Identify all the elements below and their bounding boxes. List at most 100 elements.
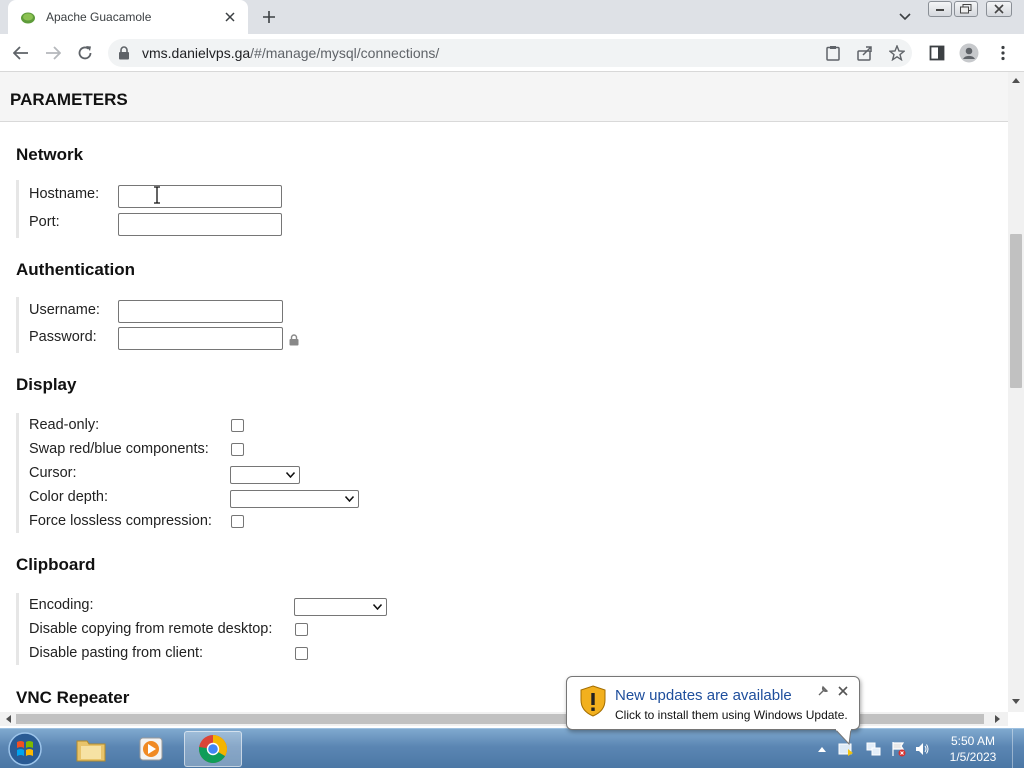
vertical-scroll-thumb[interactable] xyxy=(1010,234,1022,388)
url-path: /#/manage/mysql/connections/ xyxy=(250,45,440,61)
close-tab-icon[interactable] xyxy=(222,9,238,25)
port-input[interactable] xyxy=(118,213,282,236)
start-button[interactable] xyxy=(4,731,46,767)
page-content: PARAMETERS Network Hostname: Port: Authe… xyxy=(0,72,1008,712)
address-bar[interactable]: vms.danielvps.ga/#/manage/mysql/connecti… xyxy=(108,39,912,67)
section-header: PARAMETERS xyxy=(0,72,1008,122)
group-title-network: Network xyxy=(16,145,84,164)
scroll-left-arrow-icon[interactable] xyxy=(2,713,14,725)
media-player-taskbar-button[interactable] xyxy=(122,731,180,767)
swap-red-blue-row: Swap red/blue components: xyxy=(29,437,209,461)
swap-red-blue-label: Swap red/blue components: xyxy=(29,441,209,457)
read-only-row: Read-only: xyxy=(29,413,99,437)
encoding-row: Encoding: xyxy=(29,593,94,617)
share-icon[interactable] xyxy=(856,44,874,62)
cursor-select[interactable] xyxy=(230,466,300,484)
close-icon[interactable] xyxy=(837,685,849,697)
force-lossless-label: Force lossless compression: xyxy=(29,513,212,529)
scroll-down-arrow-icon[interactable] xyxy=(1010,696,1022,708)
encoding-select[interactable] xyxy=(294,598,387,616)
folder-icon xyxy=(76,740,106,762)
vertical-scrollbar[interactable] xyxy=(1008,72,1024,712)
port-label: Port: xyxy=(29,214,60,230)
disable-copy-checkbox[interactable] xyxy=(295,623,308,636)
browser-toolbar: vms.danielvps.ga/#/manage/mysql/connecti… xyxy=(0,34,1024,72)
text-cursor-icon xyxy=(154,186,160,204)
color-depth-row: Color depth: xyxy=(29,485,108,509)
group-title-vnc-repeater: VNC Repeater xyxy=(16,688,130,707)
bookmark-star-icon[interactable] xyxy=(888,44,906,62)
password-row: Password: xyxy=(29,325,97,349)
profile-avatar-icon[interactable] xyxy=(958,42,980,64)
new-tab-icon[interactable] xyxy=(258,7,280,27)
scroll-up-arrow-icon[interactable] xyxy=(1010,74,1022,86)
read-only-checkbox[interactable] xyxy=(231,419,244,432)
clipboard-icon[interactable] xyxy=(824,44,842,62)
show-desktop-button[interactable] xyxy=(1012,729,1024,769)
chevron-down-icon xyxy=(373,604,382,610)
tab-title: Apache Guacamole xyxy=(46,10,152,24)
password-input[interactable] xyxy=(118,327,283,350)
encoding-label: Encoding: xyxy=(29,597,94,613)
username-label: Username: xyxy=(29,302,100,318)
chevron-down-icon xyxy=(345,496,354,502)
lock-icon[interactable] xyxy=(118,46,132,60)
force-lossless-row: Force lossless compression: xyxy=(29,509,212,533)
password-lock-icon[interactable] xyxy=(289,334,299,346)
group-display: Read-only: Swap red/blue components: Cur… xyxy=(16,413,366,533)
update-notification-balloon[interactable]: New updates are available Click to insta… xyxy=(566,676,860,745)
group-title-clipboard: Clipboard xyxy=(16,555,96,574)
force-lossless-checkbox[interactable] xyxy=(231,515,244,528)
group-title-authentication: Authentication xyxy=(16,260,135,279)
reload-icon[interactable] xyxy=(74,42,96,64)
media-player-icon xyxy=(139,737,163,761)
disable-paste-label: Disable pasting from client: xyxy=(29,645,204,661)
clock-date: 1/5/2023 xyxy=(949,750,997,764)
color-depth-select[interactable] xyxy=(230,490,359,508)
windows-taskbar: 5:50 AM 1/5/2023 xyxy=(0,728,1024,769)
minimize-button[interactable] xyxy=(928,1,952,17)
shield-warning-icon xyxy=(580,685,606,717)
action-center-tray-icon[interactable] xyxy=(890,741,906,757)
tab-strip: Apache Guacamole xyxy=(0,0,1024,34)
chrome-taskbar-button[interactable] xyxy=(184,731,242,767)
volume-tray-icon[interactable] xyxy=(914,741,930,757)
chevron-down-icon xyxy=(286,472,295,478)
username-row: Username: xyxy=(29,298,100,322)
swap-red-blue-checkbox[interactable] xyxy=(231,443,244,456)
restore-button[interactable] xyxy=(954,1,978,17)
explorer-taskbar-button[interactable] xyxy=(62,731,120,767)
close-window-button[interactable] xyxy=(986,1,1012,17)
group-clipboard: Encoding: Disable copying from remote de… xyxy=(16,593,396,665)
guacamole-icon xyxy=(20,9,36,25)
network-tray-icon[interactable] xyxy=(866,741,882,757)
tray-expand-icon[interactable] xyxy=(814,741,830,757)
taskbar-clock[interactable]: 5:50 AM 1/5/2023 xyxy=(942,733,1004,765)
cursor-label: Cursor: xyxy=(29,465,77,481)
browser-tab[interactable]: Apache Guacamole xyxy=(8,0,248,34)
hostname-label: Hostname: xyxy=(29,186,100,202)
group-title-display: Display xyxy=(16,375,77,394)
disable-paste-row: Disable pasting from client: xyxy=(29,641,203,665)
url-host: vms.danielvps.ga xyxy=(142,45,251,61)
read-only-label: Read-only: xyxy=(29,417,100,433)
chrome-icon xyxy=(199,735,227,763)
hostname-input[interactable] xyxy=(118,185,282,208)
username-input[interactable] xyxy=(118,300,283,323)
port-row: Port: xyxy=(29,210,60,234)
kebab-menu-icon[interactable] xyxy=(992,42,1014,64)
side-panel-icon[interactable] xyxy=(926,42,948,64)
disable-copy-label: Disable copying from remote desktop: xyxy=(29,621,273,637)
password-label: Password: xyxy=(29,329,97,345)
wrench-icon[interactable] xyxy=(817,685,829,697)
forward-arrow-icon[interactable] xyxy=(42,42,64,64)
scroll-right-arrow-icon[interactable] xyxy=(992,713,1004,725)
group-authentication: Username: Password: xyxy=(16,297,316,353)
disable-paste-checkbox[interactable] xyxy=(295,647,308,660)
back-arrow-icon[interactable] xyxy=(10,42,32,64)
clock-time: 5:50 AM xyxy=(950,734,996,748)
disable-copy-row: Disable copying from remote desktop: xyxy=(29,617,272,641)
chevron-down-icon[interactable] xyxy=(896,9,914,25)
windows-logo-icon xyxy=(8,732,42,766)
balloon-tail xyxy=(835,729,852,745)
